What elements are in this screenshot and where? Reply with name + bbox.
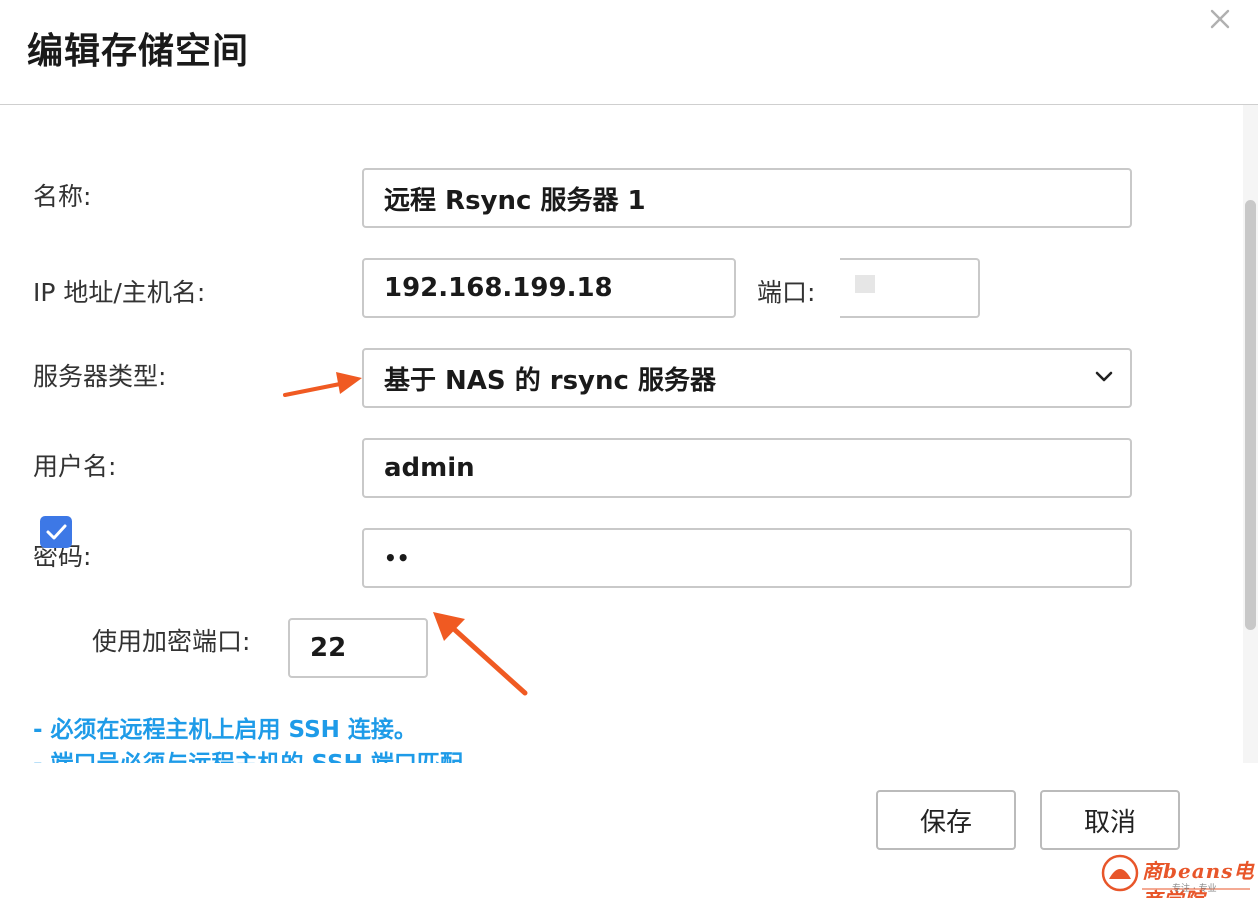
chevron-down-icon — [1095, 371, 1113, 382]
name-input[interactable]: 远程 Rsync 服务器 1 — [362, 168, 1132, 228]
server-type-label: 服务器类型: — [33, 362, 167, 391]
port-redaction — [855, 275, 875, 293]
scrollbar-thumb[interactable] — [1245, 200, 1256, 630]
name-label: 名称: — [33, 182, 92, 211]
encrypted-port-input[interactable]: 22 — [288, 618, 428, 678]
username-label: 用户名: — [33, 452, 117, 481]
password-input[interactable]: •• — [362, 528, 1132, 588]
encrypted-port-checkbox[interactable] — [40, 516, 72, 548]
dialog-title: 编辑存储空间 — [27, 31, 250, 72]
watermark-subtext: 专注 · 专业 — [1172, 884, 1217, 894]
username-input[interactable]: admin — [362, 438, 1132, 498]
checkmark-icon — [46, 524, 67, 540]
host-input-value: 192.168.199.18 — [384, 273, 613, 303]
cancel-button[interactable]: 取消 — [1040, 790, 1180, 850]
close-icon[interactable] — [1205, 4, 1235, 34]
password-input-value: •• — [384, 546, 410, 570]
encrypted-port-label: 使用加密端口: — [92, 627, 251, 656]
username-input-value: admin — [384, 453, 475, 483]
note-ssh-enable: - 必须在远程主机上启用 SSH 连接。 — [33, 717, 417, 743]
dialog-body[interactable]: 名称: 远程 Rsync 服务器 1 IP 地址/主机名: 192.168.19… — [0, 105, 1240, 763]
server-type-value: 基于 NAS 的 rsync 服务器 — [384, 365, 716, 396]
name-input-value: 远程 Rsync 服务器 1 — [384, 185, 646, 216]
save-button[interactable]: 保存 — [876, 790, 1016, 850]
host-input[interactable]: 192.168.199.18 — [362, 258, 736, 318]
server-type-select[interactable]: 基于 NAS 的 rsync 服务器 — [362, 348, 1132, 408]
port-label: 端口: — [757, 278, 816, 307]
edit-storage-dialog: 编辑存储空间 名称: 远程 Rsync 服务器 1 IP 地址/主机名: 192… — [0, 0, 1258, 898]
note-port-match: - 端口号必须与远程主机的 SSH 端口匹配 — [33, 744, 463, 763]
encrypted-port-value: 22 — [310, 633, 347, 663]
host-label: IP 地址/主机名: — [33, 278, 206, 307]
